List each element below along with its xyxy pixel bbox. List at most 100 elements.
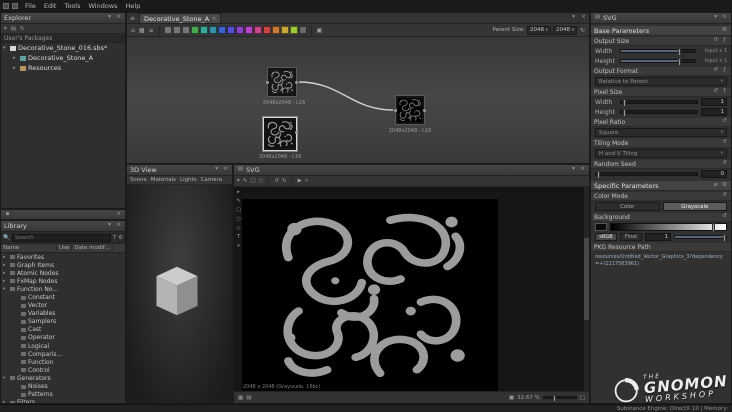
menu-windows[interactable]: Windows [85,2,122,10]
panel-options-icon[interactable]: ▾ [213,167,220,173]
refresh-icon[interactable]: ↻ [20,26,25,32]
node-palette-icon-6[interactable] [208,26,217,34]
slider-knob[interactable] [622,109,626,117]
pixel-height-value[interactable]: 1 [701,108,727,116]
pixel-width-value[interactable]: 1 [701,98,727,106]
library-item-patterns[interactable]: Patterns [1,391,125,399]
panel-options-icon[interactable]: ▾ [570,15,577,21]
close-icon[interactable]: × [115,212,122,218]
view3d-menu-scene[interactable]: Scene [130,177,147,183]
explorer-item-graph[interactable]: ▸ Decorative_Stone_A [1,53,125,63]
close-icon[interactable]: × [222,167,229,173]
library-item-function[interactable]: Function [1,358,125,366]
menu-help[interactable]: Help [122,2,145,10]
expand-arrow-icon[interactable]: ▸ [13,65,18,71]
panel-options-icon[interactable]: ▾ [570,167,577,173]
node-palette-icon-15[interactable] [289,26,298,34]
view3d-menu-materials[interactable]: Materials [151,177,176,183]
width-slider[interactable] [620,48,696,56]
list-icon[interactable]: ≡ [712,182,719,189]
tiling-toggle-icon[interactable]: ▤ [246,395,251,401]
skip-end-icon[interactable]: » [305,178,308,184]
library-item-comparis-[interactable]: Comparis... [1,350,125,358]
random-seed-slider[interactable] [595,171,698,179]
slider-knob[interactable] [597,171,600,179]
slider-knob[interactable] [622,99,626,107]
close-icon[interactable]: × [580,15,587,21]
redo-icon[interactable]: ↻ [282,178,287,184]
function-icon[interactable]: ƒ [721,68,728,74]
color-mode-color-button[interactable]: Color [595,202,660,211]
library-item-control[interactable]: Control [1,366,125,374]
new-file-icon[interactable] [3,3,9,9]
output-format-select[interactable]: Relative to Parent ▾ [595,77,727,86]
pixel-ratio-select[interactable]: Square ▾ [595,128,727,137]
expand-arrow-icon[interactable]: ▾ [3,45,8,51]
node-palette-icon-8[interactable] [226,26,235,34]
square-tool-icon[interactable]: □ [236,207,241,213]
function-icon[interactable]: ƒ [721,89,728,95]
library-item-noises[interactable]: Noises [1,383,125,391]
node-palette-icon-12[interactable] [262,26,271,34]
close-icon[interactable]: × [115,223,122,229]
parent-size-height-select[interactable]: 2048 ▾ [552,25,577,35]
slider-knob[interactable] [723,234,727,242]
circle-tool-icon[interactable]: ○ [236,216,240,222]
reset-icon[interactable]: ↺ [721,214,728,220]
pixel-width-slider[interactable] [620,99,698,107]
node-palette-icon-10[interactable] [244,26,253,34]
library-item-constant[interactable]: Constant [1,293,125,301]
scrollbar-thumb[interactable] [584,238,589,320]
library-item-graph-items[interactable]: ▸ Graph Items [1,261,125,269]
rect-tool-icon[interactable]: □ [250,178,255,184]
vertical-scrollbar[interactable] [584,187,589,391]
link-mode-icon[interactable]: ≡ [147,27,154,34]
menu-file[interactable]: File [21,2,40,10]
filter-text-icon[interactable]: T [113,235,116,241]
graph-node-output[interactable] [394,95,426,125]
pen-tool-icon[interactable]: ✎ [243,178,248,184]
expand-arrow-icon[interactable]: ▸ [13,55,18,61]
output-pin[interactable] [295,81,298,84]
node-palette-icon-9[interactable] [235,26,244,34]
select-tool-icon[interactable]: ▾ [237,178,240,184]
explorer-item-resources[interactable]: ▸ Resources [1,63,125,73]
view2d-viewport[interactable]: ▸ ✎ □ ○ ◇ T + 2048 x 2048 (Grayscale, 16… [234,187,584,391]
background-swatch[interactable] [595,223,607,231]
library-column-datemodif[interactable]: Date modif... [72,245,113,251]
pixel-height-slider[interactable] [620,109,698,117]
library-item-variables[interactable]: Variables [1,310,125,318]
input-pin[interactable] [266,81,269,84]
library-item-fxmap-nodes[interactable]: ▸ FxMap Nodes [1,277,125,285]
zoom-slider-knob[interactable] [553,395,557,402]
library-item-favorites[interactable]: ▸ Favorites [1,253,125,261]
input-pin[interactable] [394,109,397,112]
node-palette-icon-5[interactable] [199,26,208,34]
view3d-menu-camera[interactable]: Camera [201,177,223,183]
pen-tool-icon[interactable]: ✎ [236,198,240,204]
library-column-use[interactable]: Use [57,245,73,251]
slider-knob[interactable] [677,48,681,56]
pkg-resource-path-value[interactable]: resources/Untitled_Vector_Graphics_3?dep… [591,252,731,270]
gradient-knob[interactable] [712,223,716,232]
graph-node-svg-selected[interactable] [263,117,298,151]
close-icon[interactable]: × [721,15,728,21]
random-seed-value[interactable]: 0 [701,170,727,178]
reset-icon[interactable]: ↺ [712,68,719,74]
graph-list-icon[interactable]: ≡ [129,15,136,22]
srgb-button[interactable]: sRGB [595,233,617,241]
function-icon[interactable]: ƒ [721,38,728,44]
library-column-name[interactable]: Name [1,245,57,251]
background-slider[interactable] [674,234,727,242]
color-mode-grayscale-button[interactable]: Grayscale [662,202,727,211]
undo-icon[interactable]: ↺ [274,178,279,184]
menu-edit[interactable]: Edit [40,2,61,10]
graph-tab[interactable]: Decorative_Stone_A × [139,13,222,23]
node-palette-icon-14[interactable] [280,26,289,34]
view3d-menu-lights[interactable]: Lights [180,177,197,183]
node-palette-icon-4[interactable] [190,26,199,34]
grid-toggle-icon[interactable]: ▦ [238,395,243,401]
open-file-icon[interactable] [12,3,18,9]
reset-icon[interactable]: ↺ [712,38,719,44]
tiling-mode-select[interactable]: H and V Tiling ▾ [595,149,727,158]
